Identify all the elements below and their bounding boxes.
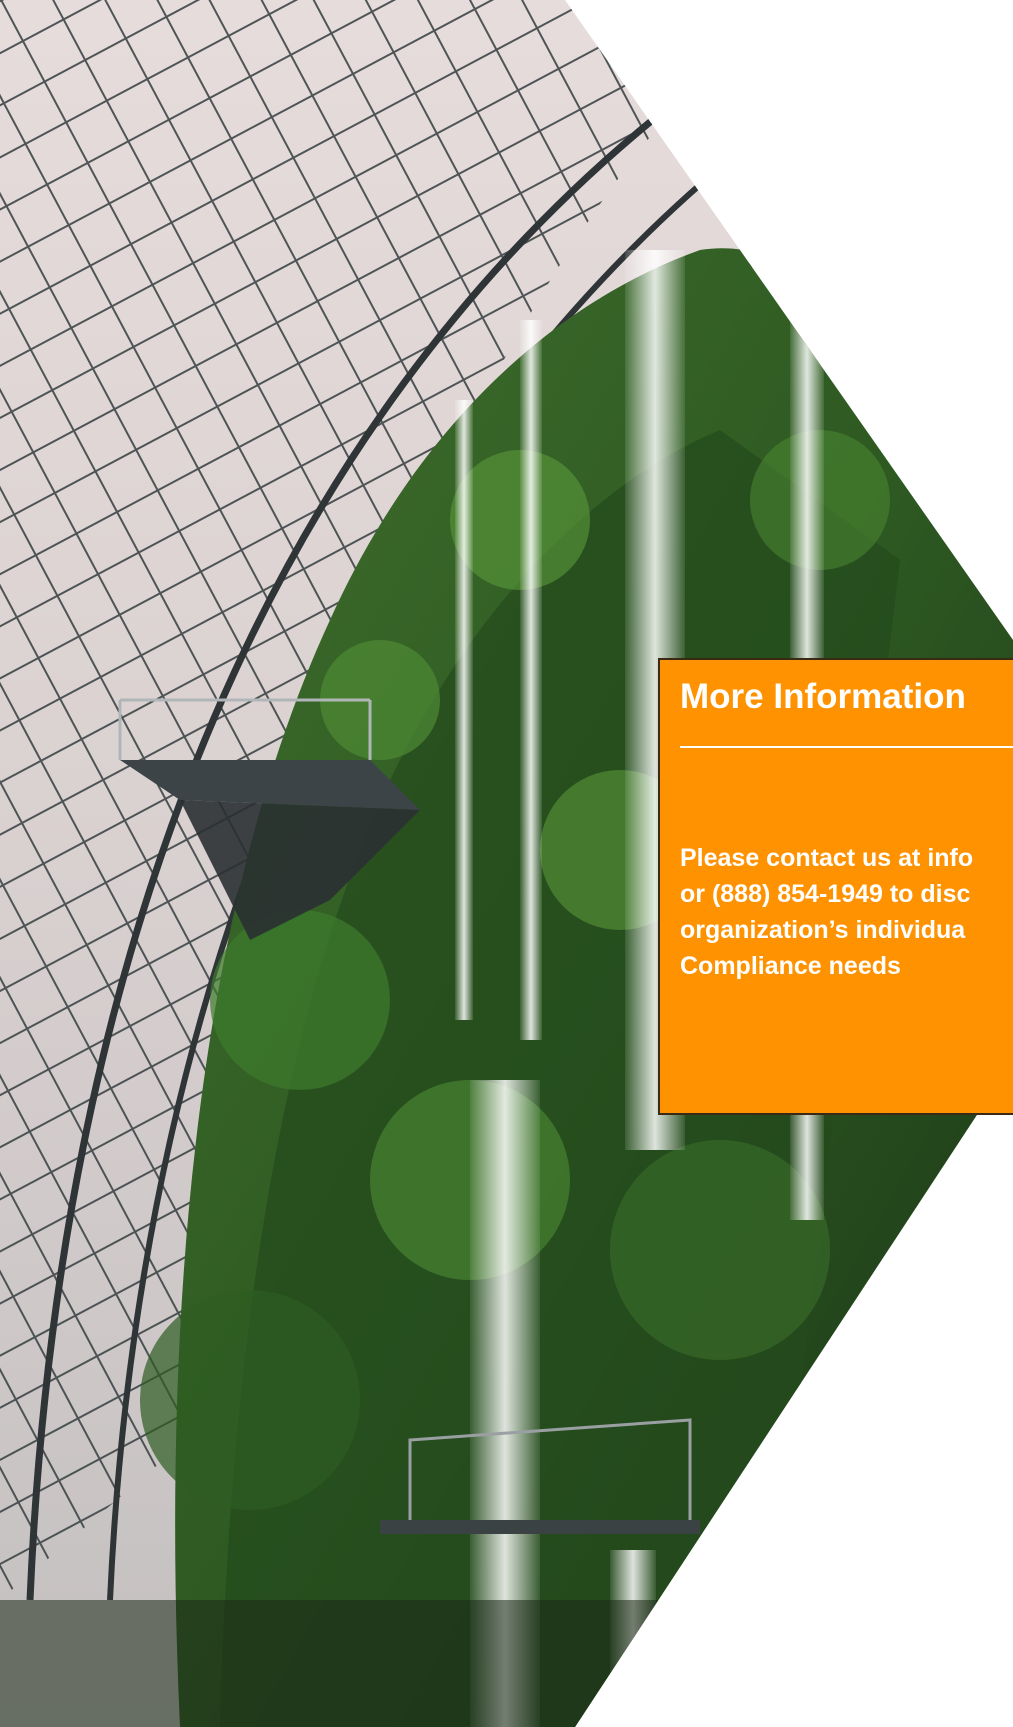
more-information-panel: More Information Please contact us at in… — [658, 658, 1013, 1115]
title-divider — [680, 746, 1013, 748]
body-line: Compliance needs — [680, 952, 901, 980]
body-line: or (888) 854-1949 to disc — [680, 880, 971, 908]
panel-title: More Information — [680, 677, 966, 716]
body-line: organization’s individua — [680, 916, 966, 944]
body-line: Please contact us at info — [680, 844, 974, 872]
panel-body-text: Please contact us at info or (888) 854-1… — [680, 840, 1013, 984]
